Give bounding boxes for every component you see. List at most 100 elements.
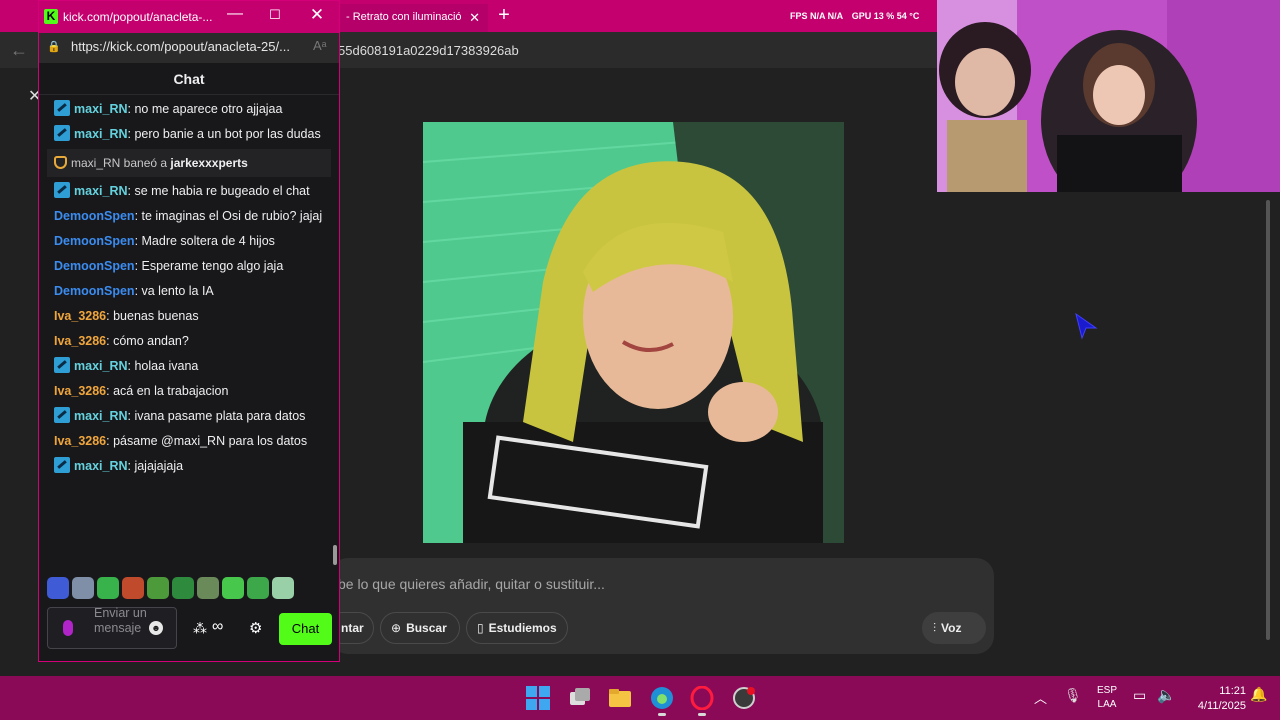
- chat-header-title: Chat: [173, 71, 205, 87]
- chat-message-list[interactable]: maxi_RN: no me aparece otro ajjajaa maxi_…: [47, 97, 331, 569]
- chat-username[interactable]: DemoonSpen: [54, 259, 135, 273]
- mod-username[interactable]: maxi_RN: [71, 156, 120, 170]
- chat-scrollbar[interactable]: [333, 545, 337, 565]
- chat-username[interactable]: DemoonSpen: [54, 209, 135, 223]
- emote-2[interactable]: [72, 577, 94, 599]
- emote-3[interactable]: [97, 577, 119, 599]
- language-indicator[interactable]: ESP LAA: [1092, 684, 1122, 712]
- task-view-icon[interactable]: [568, 686, 592, 710]
- chat-username[interactable]: maxi_RN: [74, 359, 128, 373]
- infinity-icon[interactable]: ∞: [212, 618, 223, 636]
- chat-username[interactable]: maxi_RN: [74, 409, 128, 423]
- language-code: ESP: [1096, 685, 1117, 696]
- chat-username[interactable]: maxi_RN: [74, 459, 128, 473]
- chat-message: maxi_RN: holaa ivana: [47, 354, 331, 379]
- mod-target-username[interactable]: jarkexxxperts: [170, 156, 247, 170]
- emote-8[interactable]: [222, 577, 244, 599]
- study-label: Estudiemos: [488, 621, 557, 635]
- chat-username[interactable]: DemoonSpen: [54, 284, 135, 298]
- chat-username[interactable]: Iva_3286: [54, 334, 106, 348]
- chat-message: Iva_3286: pásame @maxi_RN para los datos: [47, 429, 331, 454]
- tray-microphone-icon[interactable]: 🎙: [1064, 687, 1082, 704]
- emote-5[interactable]: [147, 577, 169, 599]
- voice-button[interactable]: ⫶ Voz: [922, 612, 986, 644]
- waveform-icon: ⫶: [933, 621, 937, 635]
- book-icon: ▯: [477, 621, 484, 635]
- chat-message-text: : no me aparece otro ajjajaa: [127, 102, 283, 116]
- chat-message-text: : holaa ivana: [127, 359, 199, 373]
- emote-9[interactable]: [247, 577, 269, 599]
- chat-popout-window: K kick.com/popout/anacleta-... — ☐ ✕ 🔒 h…: [38, 0, 340, 662]
- settings-gear-icon[interactable]: ⚙: [249, 619, 262, 637]
- emoji-icon[interactable]: ☻: [149, 621, 163, 635]
- volume-icon[interactable]: 🔈: [1157, 686, 1176, 704]
- chat-username[interactable]: maxi_RN: [74, 184, 128, 198]
- webcam-overlay: [937, 0, 1280, 192]
- clock-date: 4/11/2025: [1197, 700, 1246, 712]
- notification-bell-icon[interactable]: 🔔: [1250, 686, 1267, 703]
- new-tab-icon[interactable]: +: [494, 4, 514, 28]
- close-window-icon[interactable]: ✕: [307, 5, 327, 25]
- opera-gx-icon[interactable]: [690, 686, 714, 710]
- reader-mode-icon[interactable]: Aᵃ: [313, 38, 327, 53]
- chat-message-text: : Esperame tengo algo jaja: [134, 259, 284, 273]
- emote-6[interactable]: [172, 577, 194, 599]
- chat-username[interactable]: Iva_3286: [54, 434, 106, 448]
- chat-message-text: : te imaginas el Osi de rubio? jajaj: [134, 209, 323, 223]
- tab-title: - Retrato con iluminació: [346, 11, 462, 23]
- network-icon[interactable]: ▭: [1133, 687, 1146, 704]
- perf-overlay: FPS N/A N/A GPU 13 % 54 °C: [790, 11, 925, 21]
- page-scrollbar[interactable]: [1266, 200, 1270, 640]
- chat-message-text: : se me habia re bugeado el chat: [127, 184, 310, 198]
- fps-stat: FPS N/A N/A: [790, 11, 844, 21]
- windows-start-icon[interactable]: [526, 686, 550, 710]
- app-update-icon[interactable]: [732, 686, 756, 710]
- maximize-icon[interactable]: ☐: [265, 7, 285, 23]
- webcam-feed: [937, 0, 1280, 192]
- chat-message: Iva_3286: cómo andan?: [47, 329, 331, 354]
- kick-logo-icon: K: [44, 9, 58, 24]
- chat-message: maxi_RN: no me aparece otro ajjajaa: [47, 97, 331, 122]
- chat-message: maxi_RN: jajajajaja: [47, 454, 331, 479]
- chat-username[interactable]: Iva_3286: [54, 384, 106, 398]
- chat-message: maxi_RN: se me habia re bugeado el chat: [47, 179, 331, 204]
- edge-browser-icon[interactable]: [650, 686, 674, 710]
- chat-message: maxi_RN: pero banie a un bot por las dud…: [47, 122, 331, 147]
- system-clock[interactable]: 11:21 4/11/2025: [1180, 684, 1246, 714]
- emote-4[interactable]: [122, 577, 144, 599]
- file-explorer-icon[interactable]: [608, 686, 632, 710]
- clock-time: 11:21: [1219, 685, 1246, 697]
- chat-message: DemoonSpen: Esperame tengo algo jaja: [47, 254, 331, 279]
- keyboard-layout: LAA: [1097, 699, 1117, 710]
- hammer-badge-icon: [54, 457, 70, 473]
- emote-10[interactable]: [272, 577, 294, 599]
- chat-username[interactable]: maxi_RN: [74, 127, 128, 141]
- chat-message-text: : jajajajaja: [127, 459, 184, 473]
- tray-chevron-up-icon[interactable]: ︿: [1034, 688, 1047, 707]
- chat-username[interactable]: DemoonSpen: [54, 234, 135, 248]
- search-button[interactable]: ⊕ Buscar: [380, 612, 460, 644]
- microphone-icon[interactable]: [63, 620, 73, 636]
- chat-username[interactable]: maxi_RN: [74, 102, 128, 116]
- site-info-icon[interactable]: 🔒: [47, 40, 61, 53]
- hammer-badge-icon: [54, 407, 70, 423]
- chat-message-text: : va lento la IA: [134, 284, 214, 298]
- minimize-icon[interactable]: —: [225, 5, 245, 23]
- chat-message-text: : pero banie a un bot por las dudas: [127, 127, 321, 141]
- emote-7[interactable]: [197, 577, 219, 599]
- community-icon[interactable]: ⁂: [193, 620, 207, 637]
- chat-message: Iva_3286: buenas buenas: [47, 304, 331, 329]
- chat-username[interactable]: Iva_3286: [54, 309, 106, 323]
- study-button[interactable]: ▯ Estudiemos: [466, 612, 568, 644]
- hammer-badge-icon: [54, 182, 70, 198]
- chat-send-button[interactable]: Chat: [279, 613, 332, 645]
- chat-input-placeholder[interactable]: Enviar un mensaje: [94, 606, 154, 636]
- popout-url[interactable]: https://kick.com/popout/anacleta-25/...: [71, 39, 303, 54]
- generated-portrait-image[interactable]: [423, 122, 844, 543]
- tab-image-chat[interactable]: - Retrato con iluminació ✕: [338, 4, 488, 32]
- back-arrow-icon[interactable]: ←: [10, 40, 28, 61]
- hammer-badge-icon: [54, 100, 70, 116]
- prompt-input[interactable]: be lo que quieres añadir, quitar o susti…: [338, 576, 605, 592]
- tab-close-icon[interactable]: ✕: [469, 10, 480, 26]
- emote-1[interactable]: [47, 577, 69, 599]
